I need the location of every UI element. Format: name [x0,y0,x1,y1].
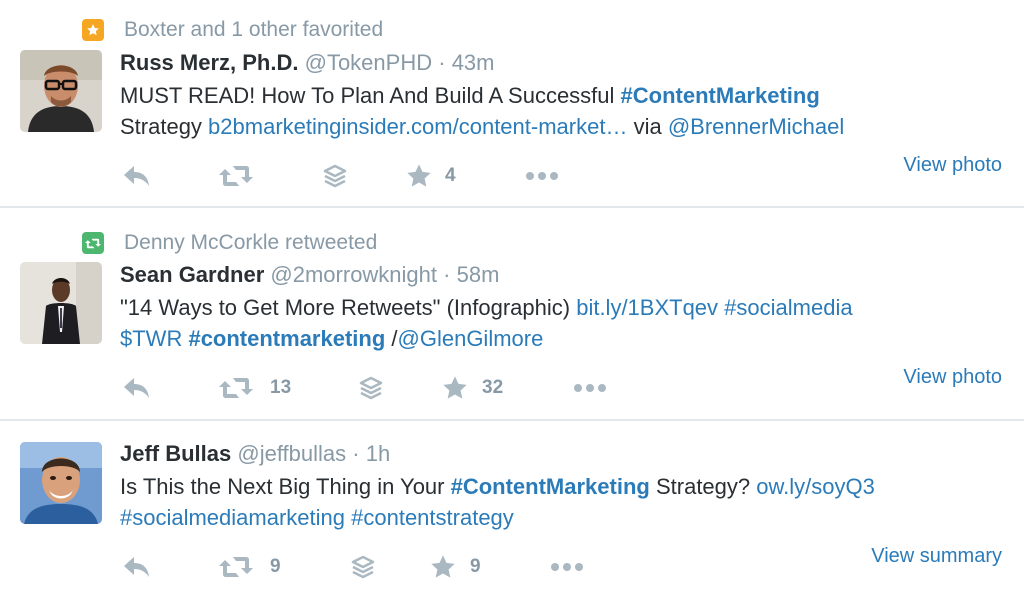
tweet-2[interactable]: Denny McCorkle retweeted Sean Gardner @2… [0,208,1024,420]
favorite-count: 4 [445,165,456,186]
add-to-list-button[interactable] [322,161,348,191]
user-handle[interactable]: @TokenPHD [305,50,433,75]
reply-button[interactable] [122,373,152,403]
tweet-header: Russ Merz, Ph.D. @TokenPHD · 43m [120,49,494,77]
retweet-icon [219,557,253,577]
more-button[interactable] [525,161,559,191]
retweet-count: 13 [270,377,292,398]
timestamp[interactable]: 43m [452,50,495,75]
tweet-1[interactable]: Boxter and 1 other favorited Russ Merz, … [0,0,1024,208]
mention-link[interactable]: @GlenGilmore [398,326,544,351]
text-segment: Strategy [120,114,209,139]
tweet-text: MUST READ! How To Plan And Build A Succe… [120,80,1010,142]
retweet-button[interactable] [219,161,253,191]
reply-icon [124,557,149,577]
retweet-button[interactable] [219,373,253,403]
user-name[interactable]: Jeff Bullas [120,441,231,466]
favorite-button[interactable] [405,161,433,191]
add-to-list-button[interactable] [358,373,384,403]
star-icon [443,376,467,399]
view-photo-link[interactable]: View photo [903,153,1002,177]
reply-icon [124,166,149,186]
reply-button[interactable] [122,552,152,582]
reply-icon [124,378,149,398]
retweet-button[interactable] [219,552,253,582]
url-link[interactable]: bit.ly/1BXTqev [576,295,718,320]
cashtag-link[interactable]: $TWR [120,326,182,351]
tweet-3[interactable]: Jeff Bullas @jeffbullas · 1h Is This the… [0,421,1024,597]
tweet-text: Is This the Next Big Thing in Your #Cont… [120,471,1010,533]
text-segment: / [385,326,398,351]
more-button[interactable] [550,552,584,582]
user-name[interactable]: Sean Gardner [120,262,264,287]
tweet-text: "14 Ways to Get More Retweets" (Infograp… [120,292,1010,354]
text-segment: MUST READ! How To Plan And Build A Succe… [120,83,621,108]
url-link[interactable]: b2bmarketinginsider.com/content-market… [208,114,627,139]
favorite-count: 9 [470,556,481,577]
layers-icon [359,376,383,400]
user-handle[interactable]: @2morrowknight [270,262,437,287]
dot-separator: · [438,50,446,75]
timestamp[interactable]: 58m [457,262,500,287]
retweet-icon [219,378,253,398]
hashtag-link[interactable]: #contentmarketing [188,326,385,351]
hashtag-link[interactable]: #socialmediamarketing [120,505,345,530]
hashtag-text: #ContentMarketing [450,474,650,499]
reply-button[interactable] [122,161,152,191]
tweet-context: Boxter and 1 other favorited [82,18,383,42]
more-icon [574,384,606,392]
user-name[interactable]: Russ Merz, Ph.D. [120,50,298,75]
tweet-header: Jeff Bullas @jeffbullas · 1h [120,440,390,468]
retweet-badge-icon [82,232,104,254]
timestamp[interactable]: 1h [366,441,390,466]
hashtag-link[interactable]: #socialmedia [724,295,852,320]
dot-separator: · [352,441,360,466]
context-text[interactable]: Boxter and 1 other favorited [124,18,383,42]
favorite-badge-icon [82,19,104,41]
text-segment: Is This the Next Big Thing in Your [120,474,451,499]
avatar[interactable] [20,442,102,524]
dot-separator: · [443,262,451,287]
url-link[interactable]: ow.ly/soyQ3 [756,474,875,499]
text-segment: "14 Ways to Get More Retweets" (Infograp… [120,295,577,320]
view-photo-link[interactable]: View photo [903,365,1002,389]
text-segment: Strategy? [649,474,757,499]
retweet-count: 9 [270,556,281,577]
retweet-icon [219,166,253,186]
layers-icon [323,164,347,188]
star-icon [431,555,455,578]
layers-icon [351,555,375,579]
hashtag-link[interactable]: #ContentMarketing [621,83,820,108]
more-icon [551,563,583,571]
text-segment: via [627,114,668,139]
view-summary-link[interactable]: View summary [871,544,1002,568]
more-button[interactable] [573,373,607,403]
tweet-actions: 13 32 [0,373,1024,403]
tweet-actions: 4 [0,161,1024,191]
mention-link[interactable]: @BrennerMichael [668,114,844,139]
favorite-button[interactable] [441,373,469,403]
star-icon [407,164,431,187]
hashtag-link[interactable]: #ContentMarketing [451,474,650,499]
hashtag-text: #ContentMarketing [620,83,820,108]
user-handle[interactable]: @jeffbullas [237,441,346,466]
tweet-header: Sean Gardner @2morrowknight · 58m [120,261,499,289]
avatar[interactable] [20,262,102,344]
hashtag-text: #contentmarketing [188,326,386,351]
add-to-list-button[interactable] [350,552,376,582]
favorite-count: 32 [482,377,504,398]
more-icon [526,172,558,180]
context-text[interactable]: Denny McCorkle retweeted [124,231,377,255]
tweet-context: Denny McCorkle retweeted [82,231,377,255]
favorite-button[interactable] [429,552,457,582]
hashtag-link[interactable]: #contentstrategy [351,505,514,530]
avatar[interactable] [20,50,102,132]
